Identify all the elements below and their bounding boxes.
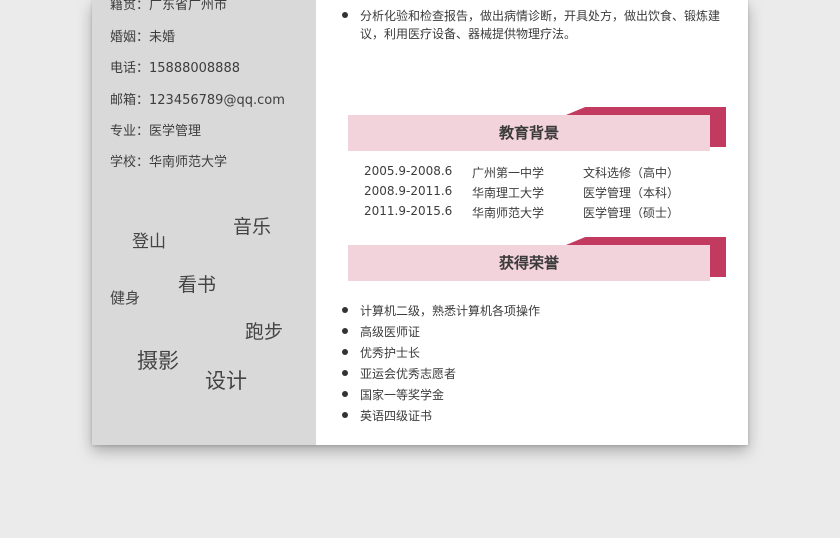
honor-item: 优秀护士长 <box>342 344 420 361</box>
honor-item: 计算机二级，熟悉计算机各项操作 <box>342 302 540 319</box>
edu-period: 2011.9-2015.6 <box>364 204 453 218</box>
work-description-line: 分析化验和检查报告，做出病情诊断，开具处方，做出饮食、锻炼建 <box>342 7 720 24</box>
section-title: 教育背景 <box>498 124 559 142</box>
info-email: 邮箱：123456789@qq.com <box>110 93 285 108</box>
info-major: 专业：医学管理 <box>110 124 202 139</box>
hobby-fitness: 健身 <box>110 289 141 307</box>
bullet-icon <box>342 370 348 376</box>
bullet-icon <box>342 391 348 397</box>
sidebar: 籍贯：广东省广州市 婚姻：未婚 电话：15888008888 邮箱：123456… <box>92 0 316 445</box>
resume-page: 籍贯：广东省广州市 婚姻：未婚 电话：15888008888 邮箱：123456… <box>92 0 748 445</box>
hobby-running: 跑步 <box>245 321 284 343</box>
main-content: 分析化验和检查报告，做出病情诊断，开具处方，做出饮食、锻炼建 议，利用医疗设备、… <box>316 0 748 445</box>
hobby-music: 音乐 <box>233 216 272 238</box>
edu-major: 医学管理（本科） <box>583 186 680 200</box>
edu-major: 医学管理（硕士） <box>583 206 680 220</box>
edu-major: 文科选修（高中） <box>583 166 680 180</box>
section-title: 获得荣誉 <box>498 254 559 272</box>
edu-school: 华南理工大学 <box>472 186 545 200</box>
honors-section-header: 获得荣誉 <box>348 237 726 281</box>
edu-school: 华南师范大学 <box>472 206 545 220</box>
bullet-icon <box>342 12 348 18</box>
bullet-icon <box>342 412 348 418</box>
bullet-icon <box>342 328 348 334</box>
info-phone: 电话：15888008888 <box>110 61 240 76</box>
honor-item: 国家一等奖学金 <box>342 386 444 403</box>
honor-item: 英语四级证书 <box>342 407 432 424</box>
info-hometown: 籍贯：广东省广州市 <box>110 0 228 13</box>
education-section-header: 教育背景 <box>348 107 726 151</box>
info-school: 学校：华南师范大学 <box>110 155 228 170</box>
hobby-reading: 看书 <box>178 274 217 296</box>
info-marital: 婚姻：未婚 <box>110 30 176 45</box>
honor-item: 高级医师证 <box>342 323 420 340</box>
edu-period: 2005.9-2008.6 <box>364 164 453 178</box>
bullet-icon <box>342 307 348 313</box>
edu-period: 2008.9-2011.6 <box>364 184 453 198</box>
bullet-icon <box>342 349 348 355</box>
edu-school: 广州第一中学 <box>472 166 545 180</box>
work-description-line: 议，利用医疗设备、器械提供物理疗法。 <box>360 27 577 41</box>
hobby-hiking: 登山 <box>132 232 166 252</box>
honor-item: 亚运会优秀志愿者 <box>342 365 456 382</box>
hobby-design: 设计 <box>205 369 247 393</box>
hobby-photography: 摄影 <box>137 349 179 373</box>
